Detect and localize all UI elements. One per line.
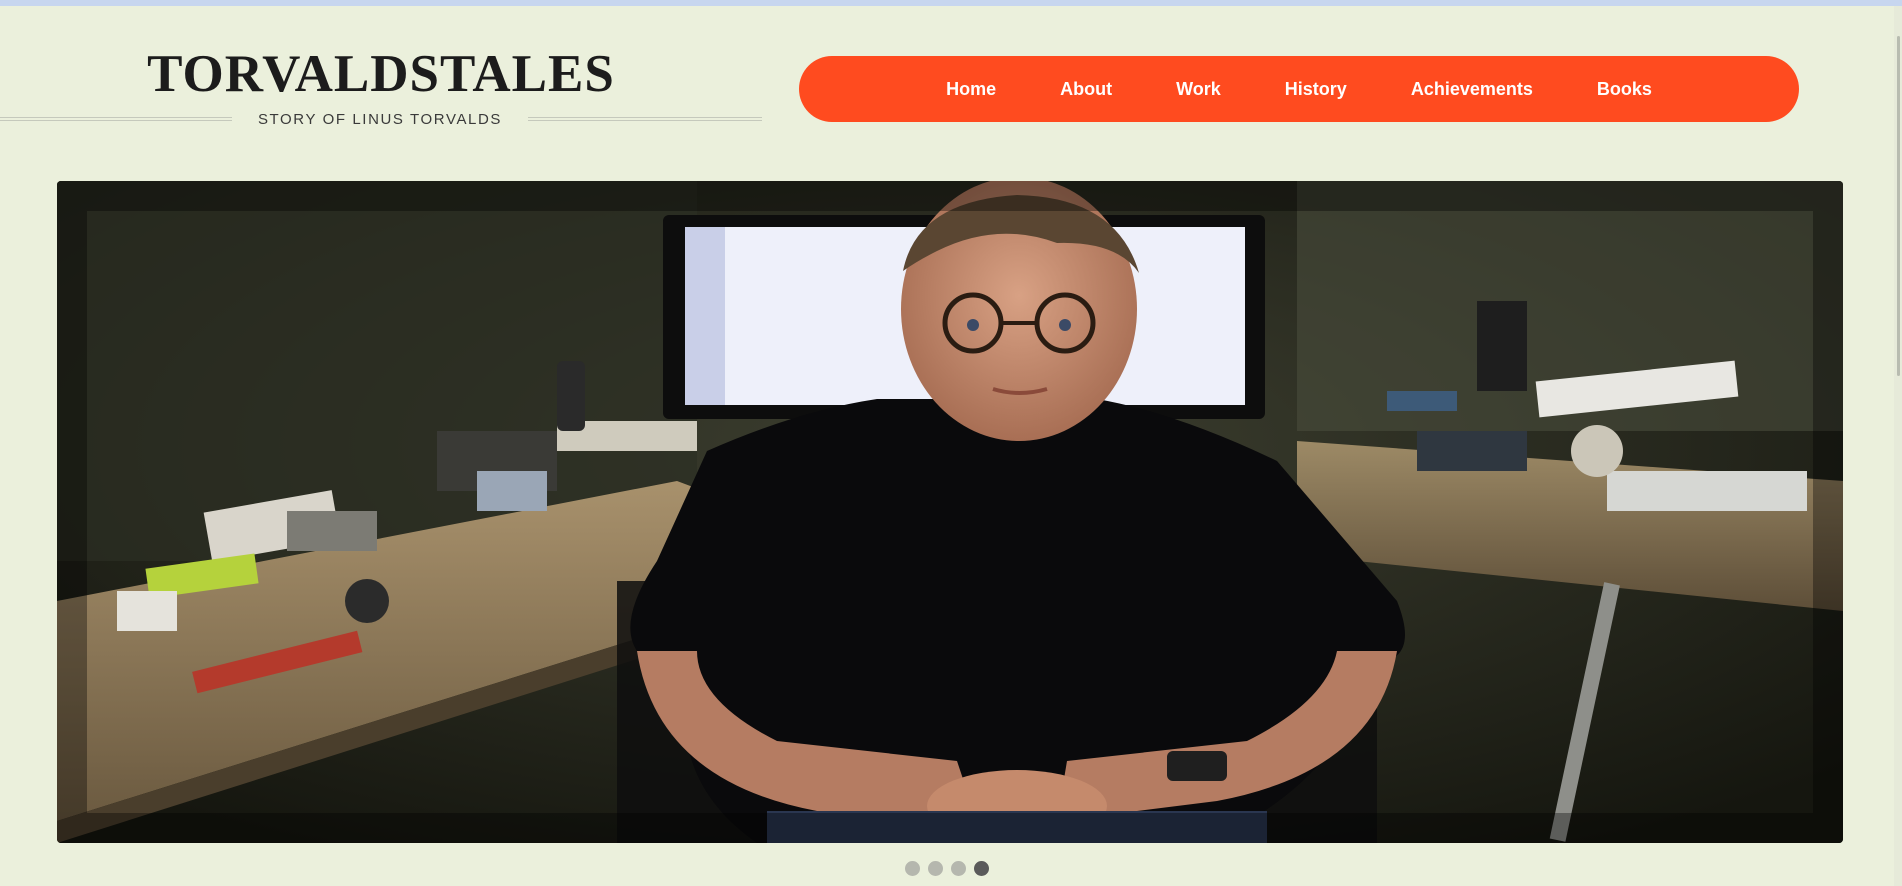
- nav-item-books[interactable]: Books: [1565, 79, 1684, 100]
- scrollbar[interactable]: [1894, 6, 1902, 886]
- tagline-row: STORY OF LINUS TORVALDS: [0, 106, 762, 132]
- main-navigation: Home About Work History Achievements Boo…: [799, 56, 1799, 122]
- site-tagline: STORY OF LINUS TORVALDS: [257, 111, 503, 128]
- slider-dot-2[interactable]: [928, 861, 943, 876]
- slider-dot-1[interactable]: [905, 861, 920, 876]
- site-title[interactable]: TORVALDSTALES: [0, 44, 762, 104]
- nav-item-achievements[interactable]: Achievements: [1379, 79, 1565, 100]
- scrollbar-thumb[interactable]: [1897, 36, 1900, 376]
- slider-dot-3[interactable]: [951, 861, 966, 876]
- nav-item-home[interactable]: Home: [914, 79, 1028, 100]
- site-brand: TORVALDSTALES STORY OF LINUS TORVALDS: [0, 44, 762, 132]
- nav-item-about[interactable]: About: [1028, 79, 1144, 100]
- slider-dot-4[interactable]: [974, 861, 989, 876]
- hero-slide-image: [57, 181, 1843, 843]
- slider-dots: [905, 861, 989, 876]
- nav-item-work[interactable]: Work: [1144, 79, 1253, 100]
- tagline-divider-right: [528, 117, 762, 121]
- browser-top-strip: [0, 0, 1902, 6]
- hero-slider[interactable]: [57, 181, 1843, 843]
- nav-item-history[interactable]: History: [1253, 79, 1379, 100]
- tagline-divider-left: [0, 117, 232, 121]
